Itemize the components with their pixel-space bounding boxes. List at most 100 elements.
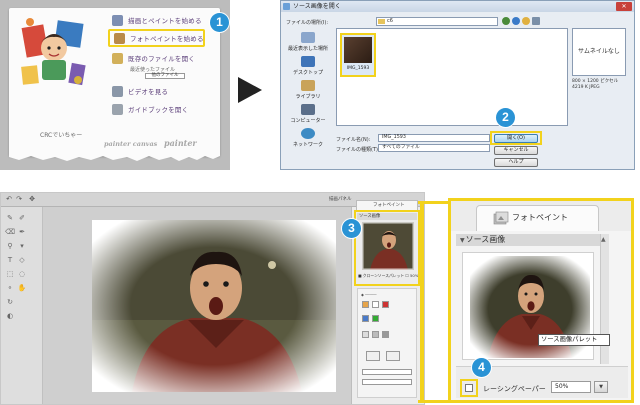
brush-preset-b[interactable] bbox=[372, 331, 379, 338]
filetype-label: ファイルの種類(T): bbox=[336, 147, 380, 153]
filetype-select[interactable]: すべてのファイル bbox=[378, 144, 490, 152]
recent-places-icon bbox=[301, 32, 315, 43]
folder-icon bbox=[112, 52, 123, 64]
layer-button-a[interactable] bbox=[366, 351, 380, 361]
step-badge-4: 4 bbox=[472, 358, 491, 377]
filename-input[interactable]: IMG_1593 bbox=[378, 134, 490, 142]
brush-icon bbox=[112, 14, 123, 26]
color-swatch-e[interactable] bbox=[372, 315, 379, 322]
brush-preset-a[interactable] bbox=[362, 331, 369, 338]
menu-watch-video[interactable]: ビデオを見る bbox=[112, 83, 212, 99]
video-icon bbox=[112, 85, 123, 97]
tracing-paper-checkbox[interactable] bbox=[465, 384, 473, 392]
footer-brand: CRCでいちゃー bbox=[40, 132, 83, 139]
new-folder-icon[interactable] bbox=[522, 17, 530, 25]
editor-palette-tab[interactable]: フォトペイント bbox=[356, 200, 418, 210]
file-thumbnail bbox=[344, 37, 372, 63]
tracing-opacity-select[interactable]: 50% bbox=[551, 381, 591, 393]
filename-label: ファイル名(N): bbox=[336, 137, 371, 143]
lasso-tool-icon[interactable]: ◌ bbox=[17, 269, 27, 279]
layer-button-b[interactable] bbox=[386, 351, 400, 361]
source-palette-highlight bbox=[354, 210, 420, 286]
sidebar-item-computer[interactable]: コンピューター bbox=[283, 104, 333, 124]
menu-photo-paint[interactable]: フォトペイントを始める bbox=[108, 29, 205, 47]
launcher-illustration bbox=[21, 18, 86, 86]
library-icon bbox=[301, 80, 315, 91]
thumbnail-preview: サムネイルなし bbox=[572, 28, 626, 76]
look-in-label: ファイルの場所(I): bbox=[286, 20, 329, 26]
layer-row-b[interactable] bbox=[362, 379, 412, 385]
look-in-select[interactable]: c6 bbox=[376, 17, 498, 26]
menu-draw-paint[interactable]: 描画とペイントを始める bbox=[112, 12, 212, 28]
zoom-tool-icon[interactable]: ⚬ bbox=[5, 283, 15, 293]
cloner-tool-icon[interactable]: ✒ bbox=[17, 227, 27, 237]
menu-guidebook[interactable]: ガイドブックを開く bbox=[112, 101, 212, 117]
canvas-photo bbox=[92, 220, 336, 392]
zoom-tab-label: フォトペイント bbox=[512, 213, 568, 222]
logo-painter-canvas: painter canvas bbox=[104, 140, 158, 148]
back-icon[interactable] bbox=[502, 17, 510, 25]
tool-bar: ✎ ✐ ⌫ ✒ ⚲ ▾ T ◇ ⬚ ◌ ⚬ ✋ ↻ ◐ bbox=[1, 207, 43, 404]
dialog-app-icon bbox=[283, 3, 290, 10]
move-tool-icon[interactable]: ✥ bbox=[27, 195, 37, 204]
sidebar-item-desktop[interactable]: デスクトップ bbox=[283, 56, 333, 76]
source-palette-tooltip: ソース画像パレット bbox=[538, 334, 610, 346]
image-info: 800 × 1200 ピクセル 4219 K JPEG bbox=[572, 79, 619, 90]
help-button[interactable]: ヘルプ bbox=[494, 158, 538, 167]
shape-tool-icon[interactable]: ◇ bbox=[17, 255, 27, 265]
color-swatch-a[interactable] bbox=[362, 301, 369, 308]
folder-icon bbox=[378, 19, 385, 24]
up-folder-icon[interactable] bbox=[512, 17, 520, 25]
brush-tool-icon[interactable]: ✎ bbox=[5, 213, 15, 223]
dialog-sidebar: 最近表示した場所 デスクトップ ライブラリ コンピューター ネットワーク bbox=[283, 28, 333, 156]
step-badge-1: 1 bbox=[210, 13, 229, 32]
arrow-right-icon bbox=[238, 77, 262, 103]
rotate-tool-icon[interactable]: ↻ bbox=[5, 297, 15, 307]
eyedropper-tool-icon[interactable]: ⚲ bbox=[5, 241, 15, 251]
open-button-highlight bbox=[490, 131, 542, 145]
scroll-up-icon[interactable]: ▲ bbox=[601, 236, 606, 243]
panel-toggle-label[interactable]: 描画パネル bbox=[329, 196, 352, 202]
sidebar-item-recent[interactable]: 最近表示した場所 bbox=[283, 32, 333, 52]
color-swatch-d[interactable] bbox=[362, 315, 369, 322]
undo-icon[interactable]: ↶ bbox=[4, 195, 14, 204]
color-swatch-b[interactable] bbox=[372, 301, 379, 308]
tracing-paper-label: レーシングペーパー bbox=[483, 385, 546, 393]
step-badge-2: 2 bbox=[496, 108, 515, 127]
torn-edge bbox=[9, 150, 220, 161]
other-files-button[interactable]: 他のファイル bbox=[145, 73, 185, 79]
logo-painter: painter bbox=[164, 138, 197, 148]
network-icon bbox=[301, 128, 315, 139]
brush-preset-c[interactable] bbox=[382, 331, 389, 338]
chevron-down-icon[interactable]: ▼ bbox=[594, 381, 608, 393]
desktop-icon bbox=[301, 56, 315, 67]
eraser-tool-icon[interactable]: ⌫ bbox=[5, 227, 15, 237]
pencil-tool-icon[interactable]: ✐ bbox=[17, 213, 27, 223]
collapse-arrow-icon[interactable]: ▼ bbox=[460, 237, 465, 244]
dialog-title: ソース画像を開く bbox=[281, 1, 634, 12]
computer-icon bbox=[301, 104, 315, 115]
photo-paint-icon bbox=[493, 211, 509, 225]
cancel-button[interactable]: キャンセル bbox=[494, 146, 538, 155]
editor-properties-panel: ◆ ───── bbox=[357, 288, 417, 398]
zoom-connector-line bbox=[420, 201, 424, 403]
view-menu-icon[interactable] bbox=[532, 17, 540, 25]
menu-open-file[interactable]: 既存のファイルを開く bbox=[112, 50, 212, 66]
launcher-footer: CRCでいちゃー painter canvas painter bbox=[40, 128, 218, 150]
color-swatch-icon[interactable]: ◐ bbox=[5, 311, 15, 321]
source-image-header[interactable]: ▼ソース画像 bbox=[456, 234, 600, 246]
fill-tool-icon[interactable]: ▾ bbox=[17, 241, 27, 251]
redo-icon[interactable]: ↷ bbox=[14, 195, 24, 204]
hand-tool-icon[interactable]: ✋ bbox=[17, 283, 27, 293]
photo-icon bbox=[114, 32, 125, 44]
close-icon[interactable]: ✕ bbox=[616, 2, 632, 11]
color-swatch-c[interactable] bbox=[382, 301, 389, 308]
select-tool-icon[interactable]: ⬚ bbox=[5, 269, 15, 279]
sidebar-item-network[interactable]: ネットワーク bbox=[283, 128, 333, 148]
sidebar-item-library[interactable]: ライブラリ bbox=[283, 80, 333, 100]
zoom-connector-top bbox=[418, 201, 452, 204]
layer-row-a[interactable] bbox=[362, 369, 412, 375]
book-icon bbox=[112, 103, 123, 115]
step-badge-3: 3 bbox=[342, 219, 361, 238]
text-tool-icon[interactable]: T bbox=[5, 255, 15, 265]
